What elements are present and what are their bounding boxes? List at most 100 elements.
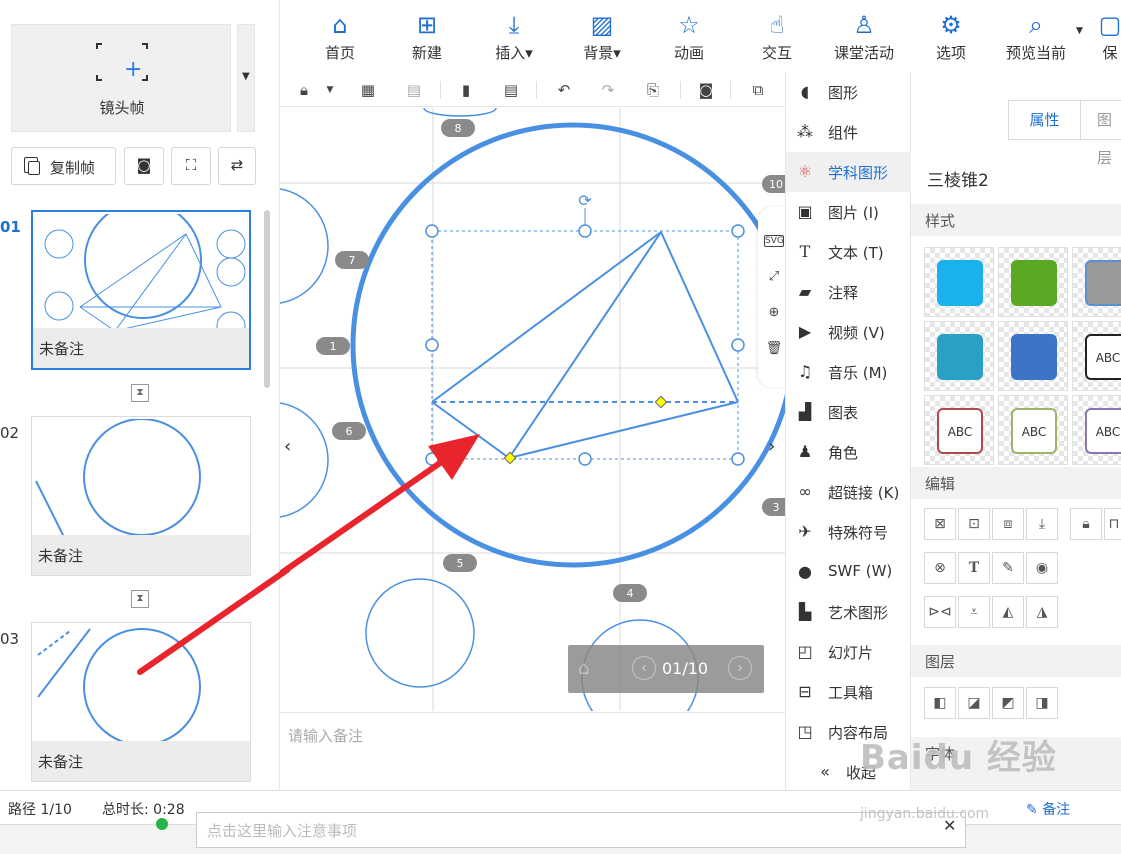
copy-frame-button[interactable]: 复制帧 (11, 147, 116, 185)
frame-list-scrollbar[interactable] (264, 210, 270, 388)
menu-item-symbol[interactable]: ✈ 特殊符号 (786, 512, 912, 552)
class-activity-button[interactable]: ♙ 课堂活动 (824, 8, 904, 63)
style-swatch[interactable]: ABC (998, 395, 1068, 465)
lock-icon[interactable]: 🔒︎ (292, 78, 316, 102)
style-swatch[interactable] (1072, 247, 1121, 317)
window-icon[interactable]: ⧉ (746, 78, 770, 102)
align-icon[interactable]: ⊠ (924, 508, 956, 540)
menu-item-image[interactable]: ▣ 图片 (I) (786, 192, 912, 232)
prev-frame-button[interactable]: ‹ (632, 656, 656, 680)
flip-horizontal-icon[interactable]: ⊳⊲ (924, 596, 956, 628)
menu-item-label: 文本 (T) (828, 244, 884, 262)
watermark: Baidu 经验 (860, 738, 1057, 778)
style-swatch[interactable] (998, 247, 1068, 317)
watermark-url: jingyan.baidu.com (860, 806, 990, 822)
editing-canvas[interactable]: ⟳ 8 7 1 6 5 4 10 3 (280, 108, 785, 711)
menu-item-art-shape[interactable]: ▙ 艺术图形 (786, 592, 912, 632)
background-button[interactable]: ▨ 背景▾ (562, 8, 642, 63)
menu-item-text[interactable]: T 文本 (T) (786, 232, 912, 272)
menu-item-video[interactable]: ▶ 视频 (V) (786, 312, 912, 352)
paste-icon[interactable]: ▤ (499, 78, 523, 102)
preview-button[interactable]: ⌕ 预览当前 (996, 8, 1076, 63)
rotate-right-icon[interactable]: ◮ (1026, 596, 1058, 628)
svg-icon[interactable]: SVG (764, 235, 784, 247)
new-button[interactable]: ⊞ 新建 (387, 8, 467, 63)
crop-icon[interactable]: ⧈ (992, 508, 1024, 540)
fit-frame-button[interactable]: ⛶ (171, 147, 211, 185)
screenshot-icon[interactable]: ◙ (694, 78, 718, 102)
chart-icon: ▟ (798, 402, 812, 421)
swatch-fill: ABC (1085, 408, 1121, 454)
style-swatch[interactable]: ABC (924, 395, 994, 465)
menu-item-character[interactable]: ♟ 角色 (786, 432, 912, 472)
visibility-icon[interactable]: ◉ (1026, 552, 1058, 584)
add-icon[interactable]: ⊕ (764, 305, 784, 320)
switch-button[interactable]: ⇄ (218, 147, 256, 185)
menu-item-link[interactable]: ∞ 超链接 (K) (786, 472, 912, 512)
caret-down-icon[interactable]: ▼ (318, 78, 342, 102)
rotate-left-icon[interactable]: ◭ (992, 596, 1024, 628)
bring-forward-icon[interactable]: ◩ (992, 687, 1024, 719)
tab-properties[interactable]: 属性 (1009, 101, 1081, 139)
interaction-button[interactable]: ☝ 交互 (737, 8, 817, 63)
lens-frame-button[interactable]: + 镜头帧 (11, 24, 231, 132)
menu-item-component[interactable]: ⁂ 组件 (786, 112, 912, 152)
insert-button[interactable]: ⤓ 插入▾ (474, 8, 554, 63)
bring-front-icon[interactable]: ◧ (924, 687, 956, 719)
style-swatch[interactable]: ABC (1072, 395, 1121, 465)
notes-input[interactable]: 请输入备注 (280, 712, 785, 790)
transition-icon[interactable]: ⧗ (131, 384, 149, 402)
collapse-left-button[interactable]: ‹ (280, 418, 302, 478)
send-back-icon[interactable]: ◪ (958, 687, 990, 719)
frame-thumbnail[interactable]: 未备注 (31, 210, 251, 370)
frame-number: 02 (0, 424, 20, 442)
remove-icon[interactable]: ⊗ (924, 552, 956, 584)
menu-item-chart[interactable]: ▟ 图表 (786, 392, 912, 432)
brush-icon[interactable]: ✎ (992, 552, 1024, 584)
save-icon: ▢ (1098, 11, 1121, 39)
camera-button[interactable]: ◙ (124, 147, 164, 185)
save-button[interactable]: ▢ 保 (1080, 8, 1121, 63)
section-title: 样式 (925, 212, 956, 230)
menu-item-swf[interactable]: ● SWF (W) (786, 552, 912, 592)
menu-item-subject-shape[interactable]: ⚛ 学科图形 (786, 152, 912, 192)
grid-icon[interactable]: ▦ (356, 78, 380, 102)
menu-item-shape[interactable]: ◖ 图形 (786, 72, 912, 112)
text-icon[interactable]: T (958, 552, 990, 584)
frame-thumbnail[interactable]: 未备注 (31, 416, 251, 576)
style-swatch[interactable]: ABC (1072, 321, 1121, 391)
menu-item-comment[interactable]: ▰ 注释 (786, 272, 912, 312)
home-icon[interactable]: ⌂ (578, 658, 589, 679)
undo-icon[interactable]: ↶ (552, 78, 576, 102)
history-icon[interactable]: ⎘ (641, 78, 665, 102)
reminder-input[interactable]: 点击这里输入注意事项 (196, 812, 966, 848)
notes-button[interactable]: ✎ 备注 (1026, 799, 1070, 819)
next-frame-button[interactable]: › (728, 656, 752, 680)
flip-vertical-icon[interactable]: ⩡ (958, 596, 990, 628)
send-backward-icon[interactable]: ◨ (1026, 687, 1058, 719)
animation-button[interactable]: ☆ 动画 (649, 8, 729, 63)
unlock-icon[interactable]: ⊓ (1104, 508, 1121, 540)
menu-item-slide[interactable]: ◰ 幻灯片 (786, 632, 912, 672)
menu-item-toolbox[interactable]: ⊟ 工具箱 (786, 672, 912, 712)
import-icon[interactable]: ⤓ (1026, 508, 1058, 540)
frame-number: 03 (0, 630, 20, 648)
grid-settings-icon[interactable]: ▤ (402, 78, 426, 102)
copy-icon[interactable]: ▮ (454, 78, 478, 102)
lens-frame-dropdown[interactable]: ▼ (237, 24, 255, 132)
style-swatch[interactable] (924, 247, 994, 317)
style-swatch[interactable] (924, 321, 994, 391)
lock-icon[interactable]: 🔒︎ (1070, 508, 1102, 540)
path-marker: 5 (457, 557, 464, 570)
collapse-right-button[interactable]: › (762, 418, 786, 478)
menu-item-music[interactable]: ♫ 音乐 (M) (786, 352, 912, 392)
resize-icon[interactable]: ⤢ (764, 269, 784, 284)
toolbox-icon: ⊟ (798, 682, 812, 701)
style-swatch[interactable] (998, 321, 1068, 391)
redo-icon[interactable]: ↷ (596, 78, 620, 102)
distribute-icon[interactable]: ⊡ (958, 508, 990, 540)
delete-icon[interactable]: 🗑︎ (764, 341, 784, 356)
home-button[interactable]: ⌂ 首页 (300, 8, 380, 63)
tab-layers[interactable]: 图层 (1097, 101, 1121, 167)
options-button[interactable]: ⚙ 选项 (911, 8, 991, 63)
